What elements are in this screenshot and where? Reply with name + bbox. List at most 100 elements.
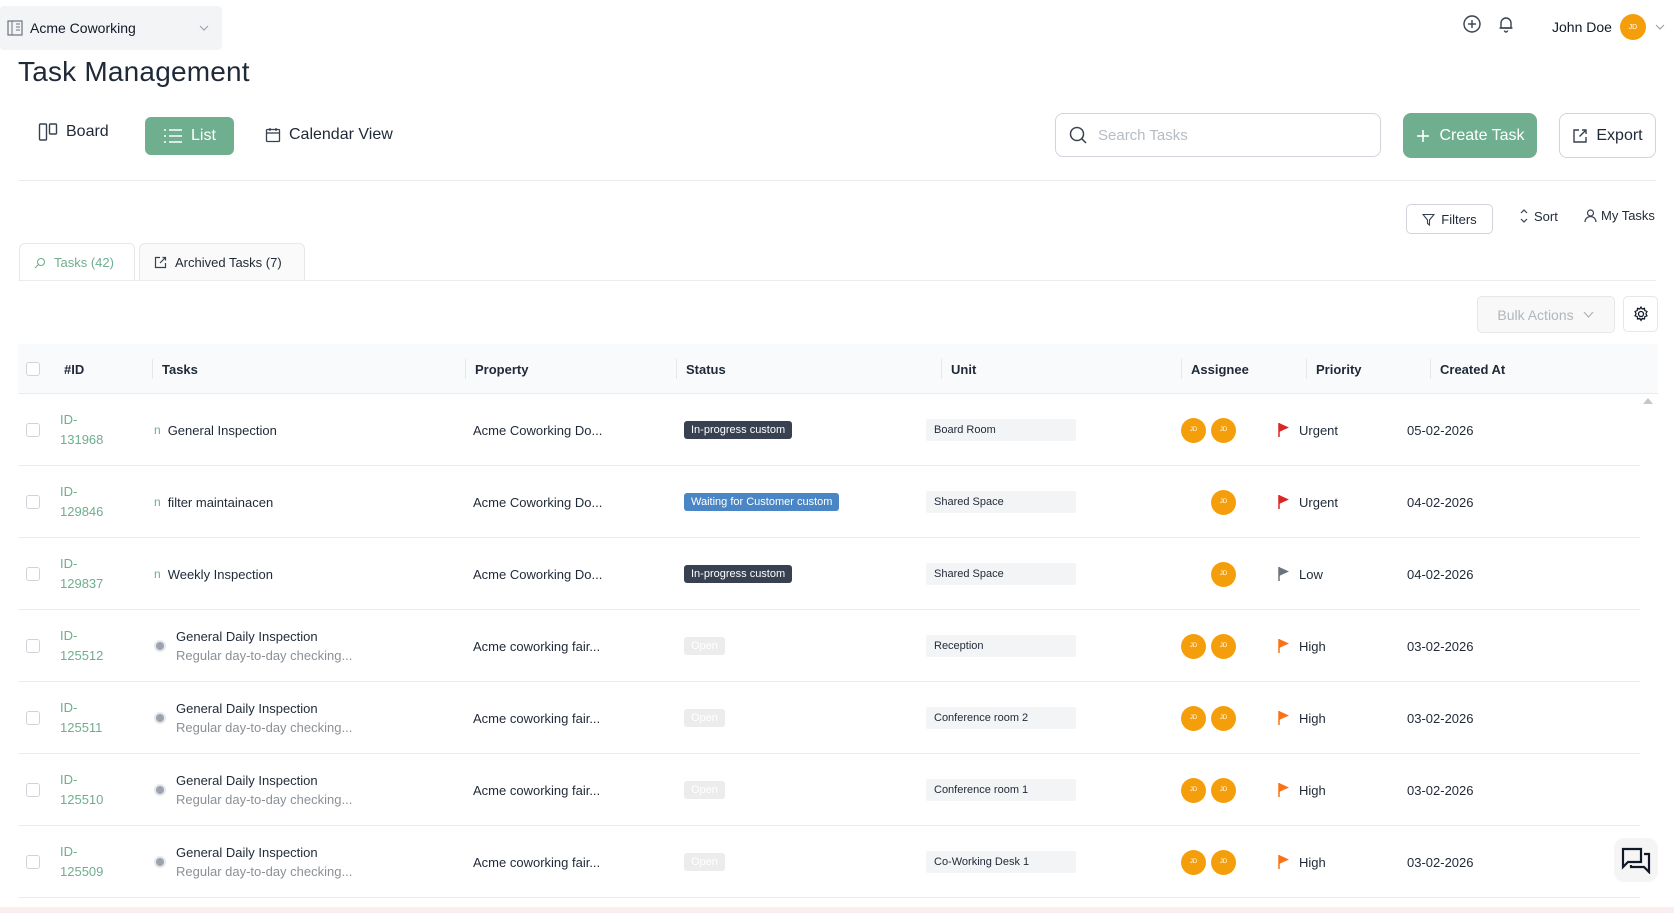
task-cell[interactable]: General Daily Inspection Regular day-to-…: [154, 826, 352, 898]
my-tasks-button[interactable]: My Tasks: [1584, 208, 1655, 223]
bulk-actions-dropdown[interactable]: Bulk Actions: [1477, 296, 1615, 333]
assignee-avatar[interactable]: JD: [1211, 561, 1236, 587]
add-circle-icon[interactable]: [1462, 14, 1482, 34]
column-header-status[interactable]: Status: [676, 344, 726, 394]
status-badge[interactable]: Open: [684, 637, 725, 655]
task-id[interactable]: ID- 125509: [60, 826, 110, 898]
table-row[interactable]: ID- 125510 General Daily Inspection Regul…: [18, 754, 1640, 826]
status-badge[interactable]: In-progress custom: [684, 565, 793, 583]
list-view-button[interactable]: List: [145, 117, 234, 155]
assignee-cell: JD: [1158, 538, 1236, 610]
select-all-checkbox[interactable]: [26, 344, 40, 394]
my-tasks-label: My Tasks: [1601, 208, 1655, 223]
tab-archived-label: Archived Tasks (7): [175, 255, 282, 270]
table-row[interactable]: ID- 125512 General Daily Inspection Regul…: [18, 610, 1640, 682]
task-title[interactable]: General Daily Inspection: [176, 629, 352, 644]
task-title[interactable]: General Daily Inspection: [176, 773, 352, 788]
assignee-avatar[interactable]: JD: [1181, 633, 1206, 659]
column-header-id[interactable]: #ID: [64, 344, 84, 394]
flag-icon: [1277, 422, 1291, 438]
table-row[interactable]: ID- 129837 n Weekly Inspection Acme Cowor…: [18, 538, 1640, 610]
tab-tasks[interactable]: Tasks (42): [19, 243, 135, 281]
row-checkbox[interactable]: [26, 538, 40, 610]
column-header-assignee[interactable]: Assignee: [1181, 344, 1249, 394]
user-menu[interactable]: John Doe JD: [1552, 14, 1666, 40]
table-row[interactable]: ID- 125509 General Daily Inspection Regul…: [18, 826, 1640, 898]
task-cell[interactable]: General Daily Inspection Regular day-to-…: [154, 682, 352, 754]
assignee-avatar[interactable]: JD: [1211, 417, 1236, 443]
table-row[interactable]: ID- 129846 n filter maintainacen Acme Cow…: [18, 466, 1640, 538]
task-id[interactable]: ID- 129837: [60, 538, 110, 610]
task-status-dot-icon: [154, 856, 166, 868]
tab-archived[interactable]: Archived Tasks (7): [139, 243, 305, 281]
organization-selector[interactable]: Acme Coworking: [0, 6, 222, 50]
status-badge[interactable]: Open: [684, 709, 725, 727]
task-title[interactable]: Weekly Inspection: [168, 567, 273, 582]
flag-icon: [1277, 566, 1291, 582]
task-title[interactable]: General Inspection: [168, 423, 277, 438]
status-badge[interactable]: Open: [684, 781, 725, 799]
column-header-created-at[interactable]: Created At: [1430, 344, 1505, 394]
row-checkbox[interactable]: [26, 682, 40, 754]
table-row[interactable]: ID- 125511 General Daily Inspection Regul…: [18, 682, 1640, 754]
row-checkbox[interactable]: [26, 826, 40, 898]
table-row[interactable]: ID- 131968 n General Inspection Acme Cowo…: [18, 394, 1640, 466]
board-view-button[interactable]: Board: [38, 113, 109, 151]
row-checkbox[interactable]: [26, 466, 40, 538]
sort-button[interactable]: Sort: [1518, 208, 1558, 224]
priority-cell: Low: [1277, 538, 1323, 610]
assignee-avatar[interactable]: JD: [1181, 417, 1206, 443]
column-header-property[interactable]: Property: [465, 344, 528, 394]
create-task-label: Create Task: [1439, 126, 1525, 144]
assignee-avatar[interactable]: JD: [1211, 705, 1236, 731]
task-title[interactable]: filter maintainacen: [168, 495, 274, 510]
task-cell[interactable]: General Daily Inspection Regular day-to-…: [154, 610, 352, 682]
list-icon: [163, 127, 183, 145]
status-badge[interactable]: Waiting for Customer custom: [684, 493, 840, 511]
assignee-avatar[interactable]: JD: [1211, 777, 1236, 803]
export-button[interactable]: Export: [1559, 113, 1656, 158]
unit-cell: Conference room 2: [926, 682, 1076, 754]
flag-icon: [1277, 782, 1291, 798]
priority-label: Urgent: [1299, 422, 1339, 438]
task-description: Regular day-to-day checking...: [176, 864, 353, 879]
column-header-tasks[interactable]: Tasks: [152, 344, 198, 394]
search-box[interactable]: [1055, 113, 1381, 157]
row-checkbox[interactable]: [26, 610, 40, 682]
task-cell[interactable]: General Daily Inspection Regular day-to-…: [154, 754, 352, 826]
task-title[interactable]: General Daily Inspection: [176, 845, 352, 860]
assignee-avatar[interactable]: JD: [1181, 777, 1206, 803]
assignee-avatar[interactable]: JD: [1211, 849, 1236, 875]
filters-button[interactable]: Filters: [1406, 204, 1493, 234]
task-cell[interactable]: n filter maintainacen: [154, 466, 273, 538]
row-checkbox[interactable]: [26, 754, 40, 826]
row-checkbox[interactable]: [26, 394, 40, 466]
create-task-button[interactable]: Create Task: [1403, 113, 1537, 158]
table-settings-button[interactable]: [1623, 296, 1658, 332]
task-title[interactable]: General Daily Inspection: [176, 701, 352, 716]
column-header-priority[interactable]: Priority: [1306, 344, 1362, 394]
chat-button[interactable]: [1614, 838, 1658, 882]
task-id[interactable]: ID- 125512: [60, 610, 110, 682]
task-type-marker: n: [154, 423, 161, 437]
task-id[interactable]: ID- 125510: [60, 754, 110, 826]
status-badge[interactable]: In-progress custom: [684, 421, 793, 439]
assignee-avatar[interactable]: JD: [1181, 705, 1206, 731]
calendar-view-button[interactable]: Calendar View: [265, 116, 393, 154]
assignee-avatar[interactable]: JD: [1181, 849, 1206, 875]
export-label: Export: [1596, 126, 1643, 144]
task-id[interactable]: ID- 129846: [60, 466, 110, 538]
scrollbar[interactable]: [1640, 394, 1656, 899]
unit-cell: Conference room 1: [926, 754, 1076, 826]
archive-icon: [154, 256, 167, 269]
task-id[interactable]: ID- 125511: [60, 682, 110, 754]
task-cell[interactable]: n Weekly Inspection: [154, 538, 273, 610]
column-header-unit[interactable]: Unit: [941, 344, 976, 394]
task-id[interactable]: ID- 131968: [60, 394, 110, 466]
search-input[interactable]: [1096, 125, 1360, 145]
assignee-avatar[interactable]: JD: [1211, 489, 1236, 515]
status-badge[interactable]: Open: [684, 853, 725, 871]
bell-icon[interactable]: [1496, 14, 1516, 34]
assignee-avatar[interactable]: JD: [1211, 633, 1236, 659]
task-cell[interactable]: n General Inspection: [154, 394, 277, 466]
